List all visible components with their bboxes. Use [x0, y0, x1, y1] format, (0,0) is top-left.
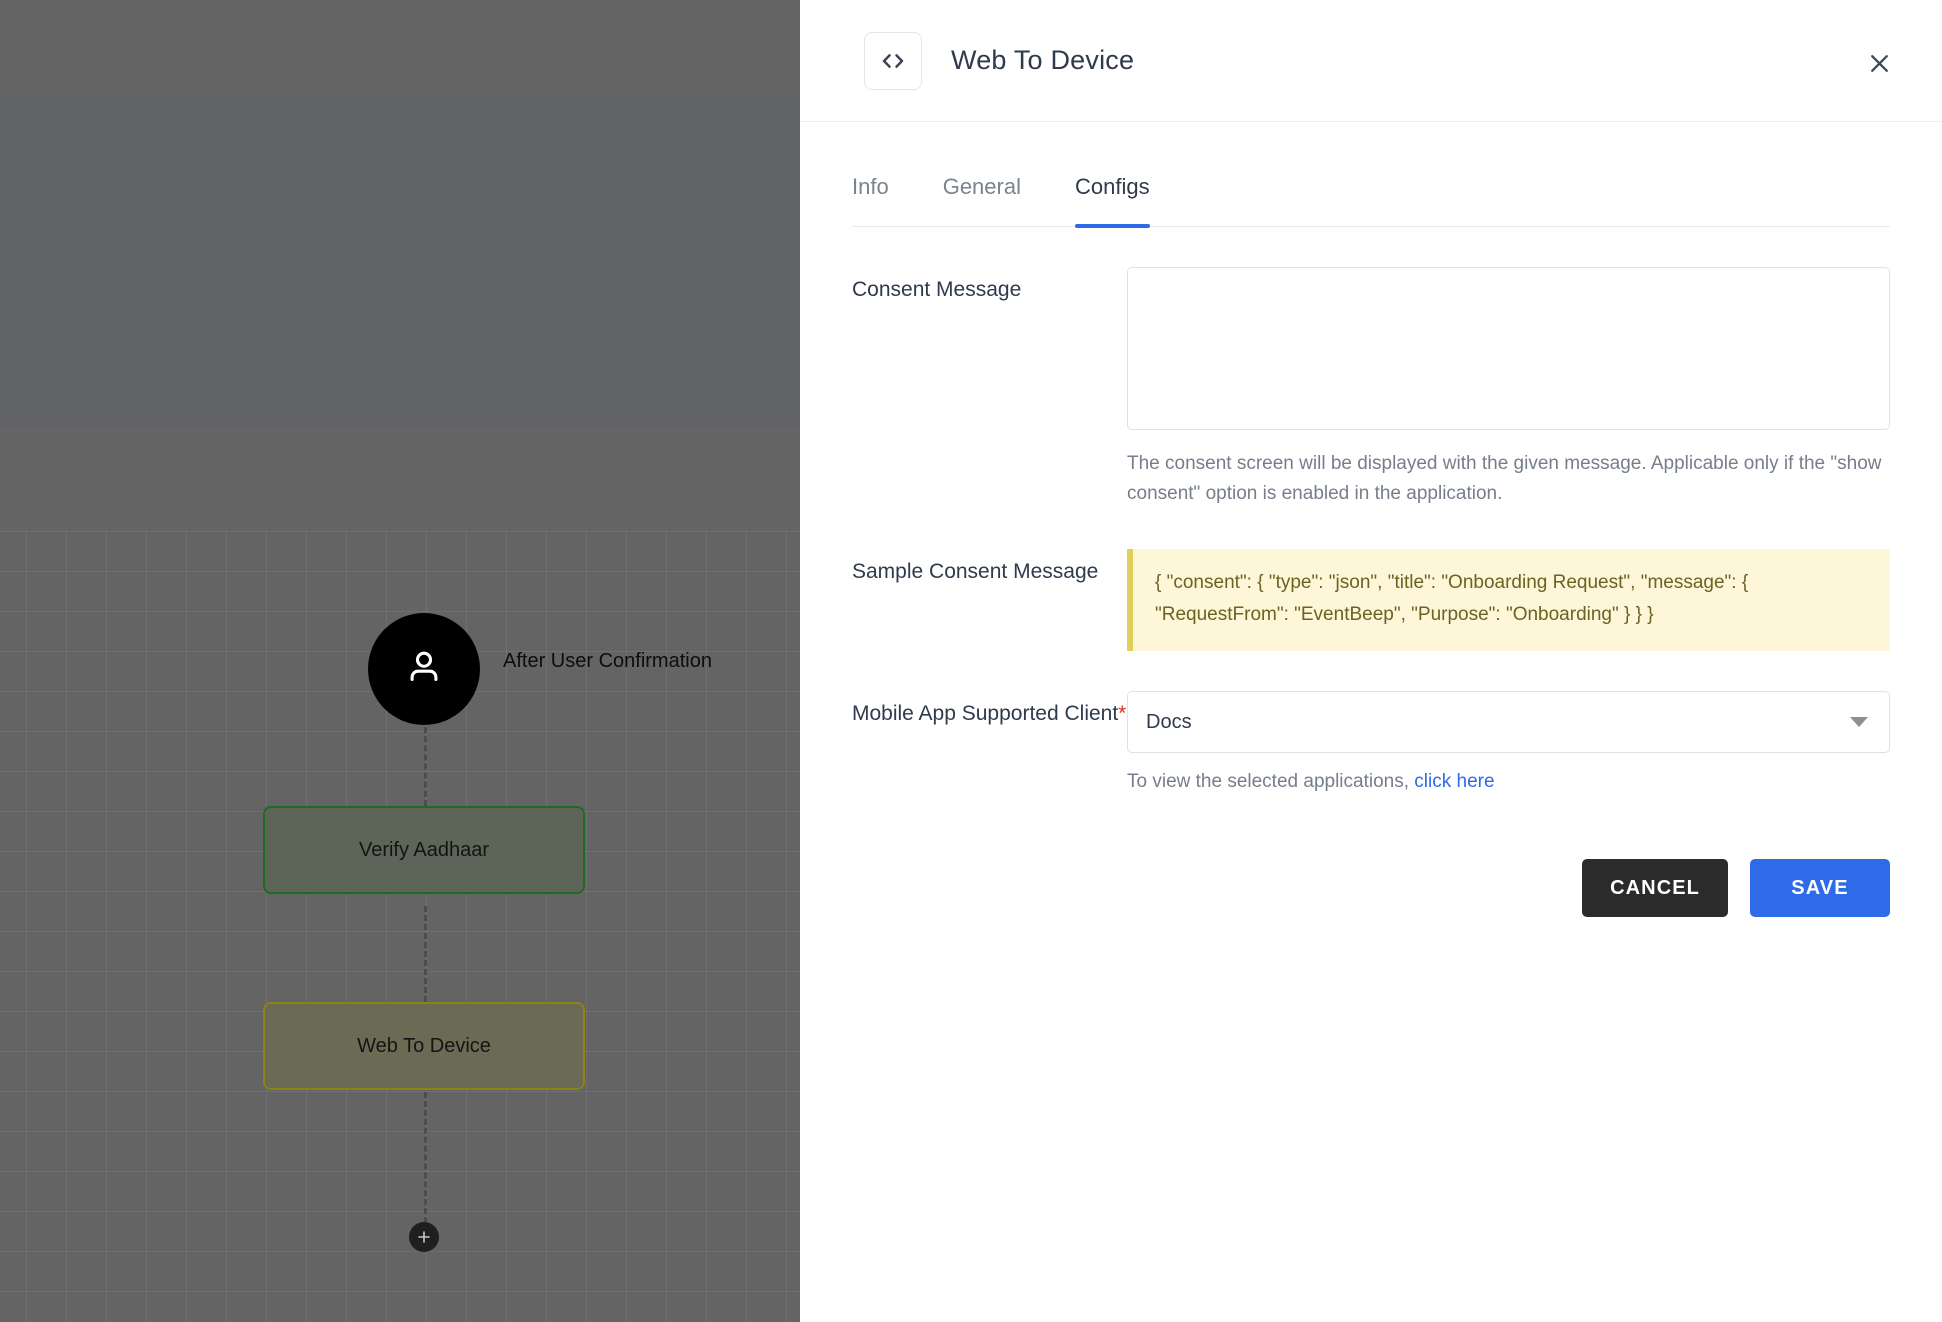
- flow-edge: [424, 906, 427, 1002]
- panel-tabs: Info General Configs: [852, 122, 1890, 228]
- flow-edge: [424, 718, 427, 806]
- chevron-down-icon: [1850, 717, 1868, 727]
- tab-info[interactable]: Info: [852, 174, 889, 226]
- sample-consent-message-value: { "consent": { "type": "json", "title": …: [1127, 549, 1890, 651]
- flow-node-verify-aadhaar[interactable]: Verify Aadhaar: [263, 806, 585, 894]
- flow-canvas[interactable]: After User Confirmation Verify Aadhaar W…: [0, 0, 800, 1322]
- consent-message-label: Consent Message: [852, 278, 1022, 301]
- flow-node-label: Web To Device: [357, 1034, 491, 1057]
- user-icon: [401, 644, 447, 695]
- trigger-node-label: After User Confirmation: [503, 650, 712, 672]
- required-marker: *: [1118, 702, 1127, 725]
- trigger-node[interactable]: [368, 613, 480, 725]
- mobile-app-supported-client-hint: To view the selected applications, click…: [1127, 767, 1890, 797]
- panel-header: Web To Device: [800, 0, 1942, 122]
- details-panel: Web To Device Info General Configs Conse…: [800, 0, 1942, 1322]
- consent-message-input[interactable]: [1127, 267, 1890, 430]
- save-button[interactable]: SAVE: [1750, 859, 1890, 917]
- close-icon[interactable]: [1858, 42, 1900, 84]
- panel-actions: CANCEL SAVE: [800, 797, 1942, 917]
- plus-icon: [416, 1229, 432, 1245]
- flow-node-label: Verify Aadhaar: [358, 838, 490, 861]
- configs-form: Consent Message The consent screen will …: [800, 227, 1942, 797]
- mobile-app-supported-client-value[interactable]: Docs: [1127, 691, 1890, 753]
- add-node-button[interactable]: [409, 1222, 439, 1252]
- flow-graph: After User Confirmation Verify Aadhaar W…: [0, 0, 800, 1322]
- hint-text: To view the selected applications,: [1127, 771, 1415, 792]
- app-root: After User Confirmation Verify Aadhaar W…: [0, 0, 1942, 1322]
- flow-node-web-to-device[interactable]: Web To Device: [263, 1002, 585, 1090]
- view-applications-link[interactable]: click here: [1414, 771, 1494, 792]
- mobile-app-supported-client-label: Mobile App Supported Client*: [852, 691, 1127, 797]
- tab-general[interactable]: General: [943, 174, 1021, 226]
- consent-message-hint: The consent screen will be displayed wit…: [1127, 453, 1882, 504]
- field-row-mobile-app-supported-client: Mobile App Supported Client* Docs To vie…: [852, 651, 1890, 797]
- field-row-sample-consent-message: Sample Consent Message { "consent": { "t…: [852, 509, 1890, 651]
- flow-edge: [424, 1092, 427, 1232]
- field-row-consent-message: Consent Message The consent screen will …: [852, 227, 1890, 509]
- mobile-app-supported-client-label-text: Mobile App Supported Client: [852, 702, 1119, 725]
- cancel-button[interactable]: CANCEL: [1582, 859, 1728, 917]
- tab-configs[interactable]: Configs: [1074, 174, 1150, 228]
- mobile-app-supported-client-select[interactable]: Docs: [1127, 691, 1890, 753]
- panel-title: Web To Device: [951, 45, 1135, 75]
- sample-consent-message-label: Sample Consent Message: [852, 560, 1099, 583]
- code-icon: [864, 31, 922, 90]
